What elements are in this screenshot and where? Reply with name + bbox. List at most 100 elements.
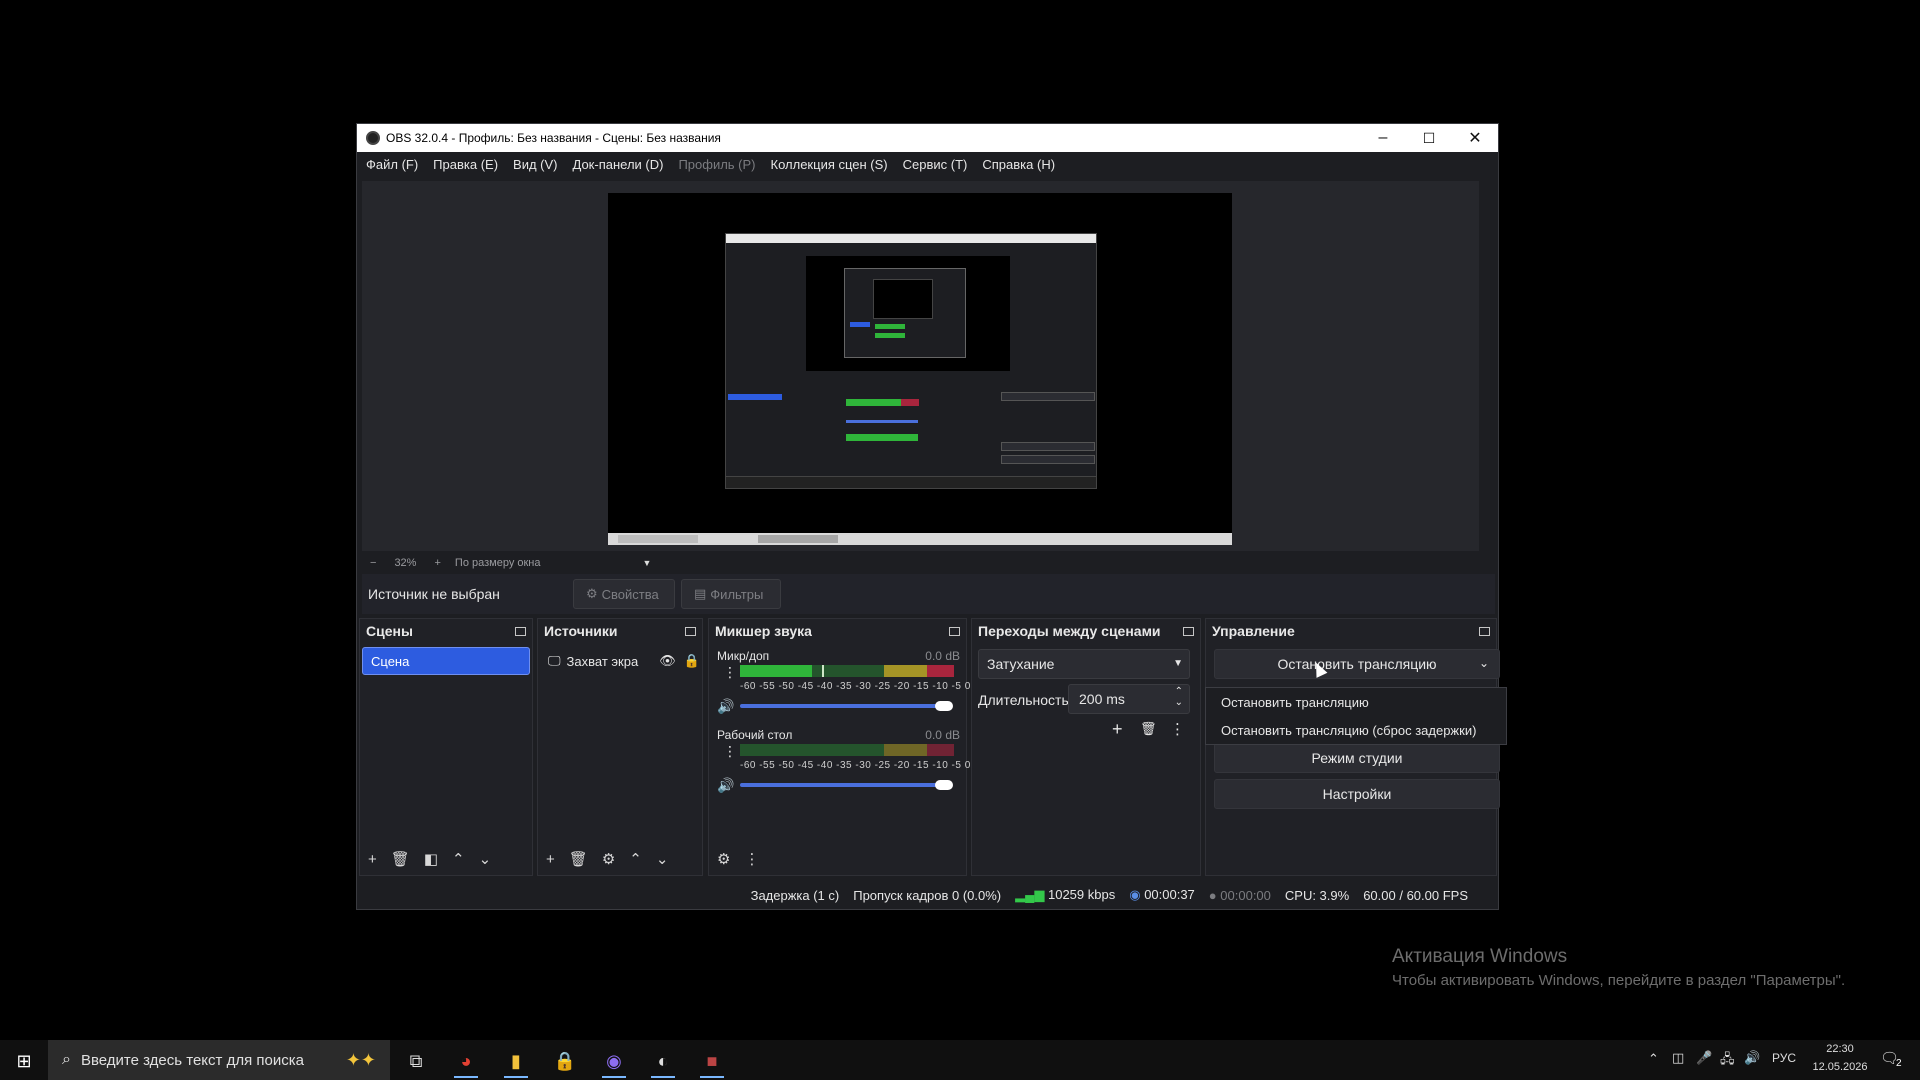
- scene-item[interactable]: Сцена: [362, 647, 530, 675]
- menu-item-stop-stream-reset-delay[interactable]: Остановить трансляцию (сброс задержки): [1206, 716, 1506, 744]
- network-icon[interactable]: 🖧: [1720, 1050, 1735, 1072]
- move-up-icon[interactable]: ⌃: [452, 850, 465, 868]
- language-indicator[interactable]: РУС: [1772, 1051, 1796, 1065]
- menu-edit[interactable]: Правка (E): [433, 157, 498, 172]
- spin-up-icon[interactable]: ⌃: [1175, 686, 1183, 697]
- chevron-down-icon[interactable]: ⌄: [1479, 656, 1489, 670]
- volume-slider-handle[interactable]: [935, 701, 953, 711]
- move-down-icon[interactable]: ⌄: [656, 850, 669, 868]
- game-icon[interactable]: ■: [692, 1044, 732, 1078]
- mixer-title: Микшер звука: [715, 623, 812, 639]
- chevron-down-icon: ▼: [1173, 658, 1183, 669]
- spin-down-icon[interactable]: ⌄: [1175, 697, 1183, 708]
- trash-icon[interactable]: 🗑: [391, 850, 410, 868]
- chrome-icon[interactable]: ◕: [446, 1044, 486, 1078]
- zoom-dropdown-icon[interactable]: ▼: [643, 558, 652, 568]
- undock-icon[interactable]: [949, 626, 960, 636]
- volume-slider-handle[interactable]: [935, 780, 953, 790]
- zoom-mode-select[interactable]: По размеру окна: [455, 557, 541, 569]
- app-lock-icon[interactable]: 🔒: [545, 1044, 585, 1078]
- folder-icon[interactable]: ▮: [496, 1044, 536, 1078]
- eye-icon[interactable]: 👁: [659, 653, 676, 669]
- nested-obs-capture: [725, 233, 1097, 489]
- menu-help[interactable]: Справка (H): [982, 157, 1055, 172]
- stop-stream-label: Остановить трансляцию: [1277, 656, 1437, 672]
- source-settings-icon[interactable]: ⚙: [602, 850, 615, 868]
- add-scene-button[interactable]: +: [368, 851, 377, 868]
- zoom-bar: − 32% + По размеру окна ▼: [362, 554, 1479, 572]
- tray-app-icon[interactable]: ◫: [1672, 1050, 1684, 1066]
- clock-time[interactable]: 22:30: [1820, 1043, 1860, 1055]
- undock-icon[interactable]: [515, 626, 526, 636]
- properties-button[interactable]: ⚙ Свойства: [573, 579, 675, 609]
- menu-profile[interactable]: Профиль (P): [678, 157, 755, 172]
- undock-icon[interactable]: [1183, 626, 1194, 636]
- microphone-icon[interactable]: 🎤: [1696, 1050, 1712, 1066]
- zoom-out-button[interactable]: −: [370, 557, 376, 569]
- obs-logo-icon: [366, 131, 380, 145]
- settings-button[interactable]: Настройки: [1214, 779, 1500, 809]
- discord-icon[interactable]: ◉: [594, 1044, 634, 1078]
- studio-mode-button[interactable]: Режим студии: [1214, 743, 1500, 773]
- zoom-in-button[interactable]: +: [434, 557, 440, 569]
- filters-button[interactable]: ▤ Фильтры: [681, 579, 781, 609]
- volume-slider[interactable]: [740, 704, 948, 708]
- move-up-icon[interactable]: ⌃: [629, 850, 642, 868]
- channel-menu-icon[interactable]: ⋮: [723, 743, 737, 760]
- minimize-button[interactable]: –: [1360, 124, 1406, 152]
- search-box[interactable]: ⌕ Введите здесь текст для поиска ✦✦: [48, 1040, 390, 1080]
- add-transition-button[interactable]: +: [1112, 719, 1123, 740]
- menu-item-stop-stream[interactable]: Остановить трансляцию: [1206, 688, 1506, 716]
- speaker-icon[interactable]: 🔊: [717, 698, 734, 715]
- add-source-button[interactable]: +: [546, 851, 555, 868]
- close-button[interactable]: ✕: [1452, 124, 1498, 152]
- channel-db: 0.0 dB: [925, 649, 960, 663]
- trash-icon[interactable]: 🗑: [569, 850, 588, 868]
- source-item[interactable]: 🖵 Захват экра 👁 🔒: [540, 647, 700, 675]
- undock-icon[interactable]: [1479, 626, 1490, 636]
- transition-select[interactable]: Затухание ▼: [978, 649, 1190, 679]
- windows-start-icon[interactable]: ⊞: [4, 1044, 44, 1078]
- advanced-audio-icon[interactable]: ⚙: [717, 850, 730, 868]
- speaker-icon[interactable]: 🔊: [717, 777, 734, 794]
- mixer-menu-icon[interactable]: ⋮: [744, 850, 759, 868]
- volume-slider[interactable]: [740, 783, 948, 787]
- menu-bar: Файл (F) Правка (E) Вид (V) Док-панели (…: [357, 152, 1498, 176]
- menu-view[interactable]: Вид (V): [513, 157, 557, 172]
- channel-menu-icon[interactable]: ⋮: [723, 664, 737, 681]
- maximize-button[interactable]: ☐: [1406, 124, 1452, 152]
- obs-taskbar-icon[interactable]: ◐: [643, 1044, 683, 1078]
- volume-level-fill: [740, 665, 812, 677]
- notification-count: 2: [1896, 1058, 1902, 1069]
- delay-status: Задержка (1 с): [750, 887, 840, 903]
- volume-icon[interactable]: 🔊: [1744, 1050, 1760, 1066]
- move-down-icon[interactable]: ⌄: [479, 850, 492, 868]
- menu-scene-collection[interactable]: Коллекция сцен (S): [771, 157, 888, 172]
- volume-meter: [740, 665, 954, 677]
- controls-title: Управление: [1212, 623, 1295, 639]
- duration-value: 200 ms: [1079, 691, 1125, 707]
- nested-taskbar: [608, 533, 1232, 545]
- preview-canvas[interactable]: [608, 193, 1232, 545]
- lock-icon[interactable]: 🔒: [684, 653, 700, 669]
- scenes-title: Сцены: [366, 623, 413, 639]
- task-view-icon[interactable]: ⧉: [396, 1044, 436, 1078]
- scenes-dock: Сцены Сцена + 🗑 ◧ ⌃ ⌄: [359, 618, 533, 876]
- stream-time-status: ◉ 00:00:37: [1129, 887, 1195, 903]
- menu-tools[interactable]: Сервис (T): [903, 157, 968, 172]
- preview-area[interactable]: [362, 181, 1479, 551]
- transition-menu-icon[interactable]: ⋮: [1170, 720, 1185, 738]
- tray-chevron-icon[interactable]: ⌃: [1648, 1051, 1659, 1067]
- fps-status: 60.00 / 60.00 FPS: [1363, 887, 1468, 903]
- duration-spinbox[interactable]: 200 ms ⌃ ⌄: [1068, 684, 1190, 714]
- source-toolbar: Источник не выбран ⚙ Свойства ▤ Фильтры: [362, 574, 1495, 614]
- stop-stream-button[interactable]: Остановить трансляцию ⌄: [1214, 649, 1500, 679]
- trash-icon[interactable]: 🗑: [1140, 721, 1157, 737]
- title-bar[interactable]: OBS 32.0.4 - Профиль: Без названия - Сце…: [357, 124, 1498, 152]
- scene-filters-icon[interactable]: ◧: [424, 850, 438, 868]
- channel-name: Рабочий стол: [717, 728, 793, 742]
- undock-icon[interactable]: [685, 626, 696, 636]
- clock-date[interactable]: 12.05.2026: [1812, 1061, 1868, 1073]
- menu-docks[interactable]: Док-панели (D): [573, 157, 664, 172]
- menu-file[interactable]: Файл (F): [366, 157, 418, 172]
